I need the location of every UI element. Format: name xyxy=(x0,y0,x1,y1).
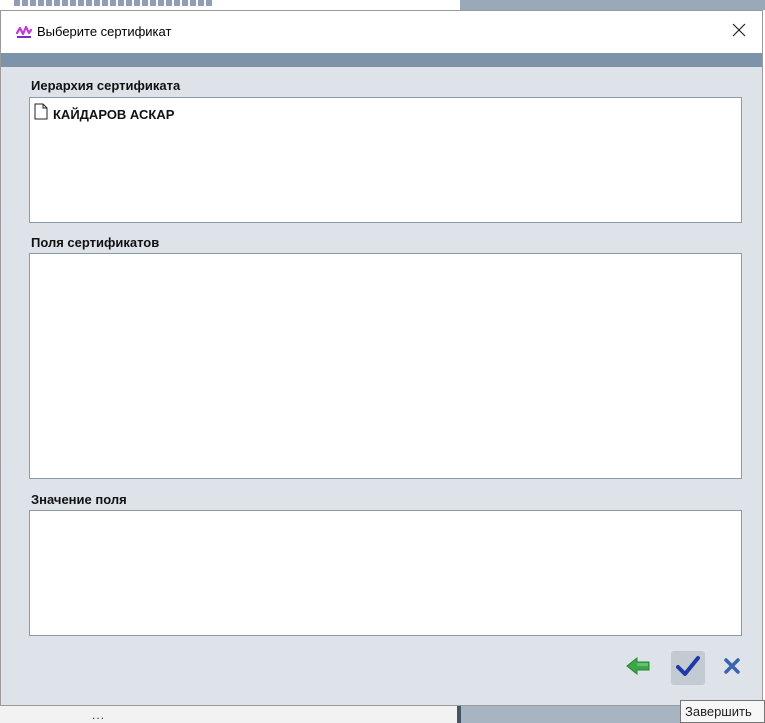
back-button[interactable] xyxy=(621,651,655,685)
finish-button[interactable] xyxy=(671,651,705,685)
checkmark-icon xyxy=(675,654,701,683)
dialog-title: Выберите сертификат xyxy=(37,24,172,39)
certificate-hierarchy-tree[interactable]: КАЙДАРОВ АСКАР xyxy=(29,97,742,223)
close-button[interactable] xyxy=(716,11,762,53)
value-section-label: Значение поля xyxy=(31,492,127,507)
app-logo-icon xyxy=(15,24,33,40)
title-bar[interactable]: Выберите сертификат xyxy=(1,11,762,53)
tree-item-label: КАЙДАРОВ АСКАР xyxy=(53,106,175,122)
background-bottom-bar xyxy=(0,706,457,723)
hierarchy-section-label: Иерархия сертификата xyxy=(31,78,181,93)
finish-tooltip: Завершить xyxy=(680,700,765,723)
document-icon xyxy=(34,103,48,125)
cancel-x-icon xyxy=(722,656,742,681)
back-arrow-icon xyxy=(625,655,651,682)
close-icon xyxy=(732,23,746,42)
field-value-area[interactable] xyxy=(29,510,742,636)
fields-section-label: Поля сертификатов xyxy=(31,235,160,250)
frame-band xyxy=(1,53,762,67)
select-certificate-dialog: Выберите сертификат Иерархия сертификата… xyxy=(0,10,763,706)
certificate-fields-list[interactable] xyxy=(29,253,742,479)
tree-item-certificate[interactable]: КАЙДАРОВ АСКАР xyxy=(34,103,174,125)
background-ellipsis: ... xyxy=(92,708,106,722)
background-strip-right xyxy=(460,0,765,10)
cancel-button[interactable] xyxy=(715,651,749,685)
background-obscured-text xyxy=(14,0,214,6)
